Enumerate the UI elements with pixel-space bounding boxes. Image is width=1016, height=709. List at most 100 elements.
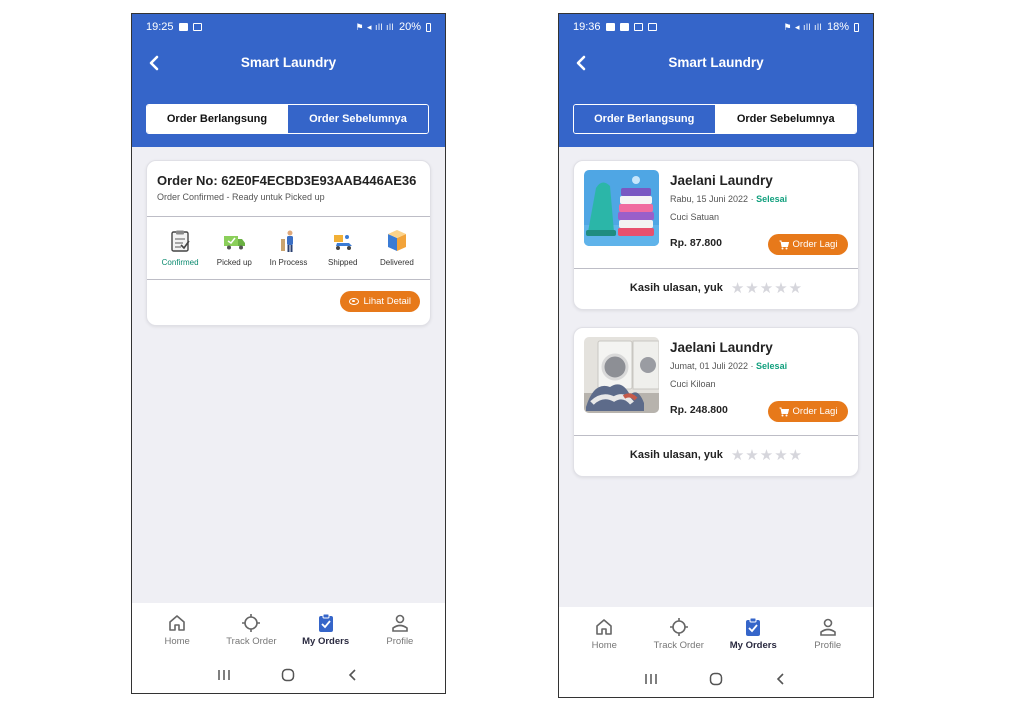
iron-and-clothes-image <box>584 170 659 246</box>
view-detail-button[interactable]: Lihat Detail <box>340 291 420 312</box>
nav-item-track-order[interactable]: Track Order <box>216 613 286 647</box>
nav-item-home[interactable]: Home <box>569 617 639 651</box>
star-icon[interactable]: ★ <box>789 281 802 296</box>
order-tabs: Order Berlangsung Order Sebelumnya <box>146 104 429 134</box>
step-label: Shipped <box>328 258 358 267</box>
star-rating[interactable]: ★ ★ ★ ★ ★ <box>731 448 802 463</box>
home-icon <box>169 615 185 631</box>
nav-label: My Orders <box>729 640 777 651</box>
nav-item-track-order[interactable]: Track Order <box>644 617 714 651</box>
star-rating[interactable]: ★ ★ ★ ★ ★ <box>731 281 802 296</box>
cart-icon <box>779 407 789 416</box>
star-icon[interactable]: ★ <box>760 281 773 296</box>
service-type: Cuci Satuan <box>670 212 720 222</box>
nav-item-profile[interactable]: Profile <box>793 617 863 651</box>
page-title: Smart Laundry <box>240 55 337 70</box>
person-icon <box>819 618 836 636</box>
order-date-line: Jumat, 01 Juli 2022 · Selesai <box>670 361 788 371</box>
video-icon <box>605 23 615 31</box>
star-icon[interactable]: ★ <box>789 448 802 463</box>
order-date: Jumat, 01 Juli 2022 <box>670 361 749 371</box>
signal-icon: ⚑ ◂ ıll ıll <box>355 21 394 32</box>
clipboard-check-icon <box>171 230 190 252</box>
notification-icon <box>619 23 629 31</box>
orders-clipboard-icon <box>318 613 333 632</box>
order-price: Rp. 248.800 <box>670 404 728 416</box>
status-time: 19:25 <box>146 21 174 33</box>
order-number: Order No: 62E0F4ECBD3E93AAB446AE36 <box>157 173 417 188</box>
star-icon[interactable]: ★ <box>760 448 773 463</box>
nav-item-my-orders[interactable]: My Orders <box>291 613 361 647</box>
status-bar: 19:36 ⚑ ◂ ıll ıll 18% <box>559 14 873 40</box>
order-date-line: Rabu, 15 Juni 2022 · Selesai <box>670 194 788 204</box>
nav-label: Track Order <box>226 636 277 647</box>
order-status: Selesai <box>756 361 788 371</box>
package-icon <box>387 230 406 251</box>
tab-order-berlangsung[interactable]: Order Berlangsung <box>147 105 287 133</box>
star-icon[interactable]: ★ <box>774 448 787 463</box>
current-order-card: Order No: 62E0F4ECBD3E93AAB446AE36 Order… <box>146 160 431 326</box>
system-navigation-bar <box>559 660 873 697</box>
system-back-icon[interactable] <box>773 672 789 686</box>
laundry-thumbnail <box>584 170 659 246</box>
review-prompt: Kasih ulasan, yuk ★ ★ ★ ★ ★ <box>574 269 858 307</box>
recent-apps-icon[interactable] <box>216 668 232 682</box>
view-detail-label: Lihat Detail <box>363 296 411 307</box>
app-header: 19:36 ⚑ ◂ ıll ıll 18% Smart Laundry Orde… <box>559 14 873 147</box>
order-price: Rp. 87.800 <box>670 237 722 249</box>
order-again-button[interactable]: Order Lagi <box>768 401 848 422</box>
order-progress-steps: Confirmed Picked up In Process Shipped D… <box>147 217 430 280</box>
step-in-process: In Process <box>261 229 315 279</box>
nav-label: Home <box>591 640 617 651</box>
system-back-icon[interactable] <box>345 668 361 682</box>
star-icon[interactable]: ★ <box>774 281 787 296</box>
message-icon <box>647 23 657 31</box>
page-title: Smart Laundry <box>668 55 764 70</box>
nav-label: Track Order <box>653 640 704 651</box>
step-label: In Process <box>269 258 308 267</box>
status-time: 19:36 <box>573 21 601 33</box>
order-history-card: Jaelani Laundry Rabu, 15 Juni 2022 · Sel… <box>573 160 859 310</box>
order-tabs: Order Berlangsung Order Sebelumnya <box>573 104 857 134</box>
crosshair-icon <box>242 614 261 632</box>
home-icon <box>596 619 613 635</box>
gallery-icon <box>633 23 643 31</box>
battery-percent: 20% <box>398 21 421 33</box>
battery-icon <box>854 22 859 32</box>
message-icon <box>192 23 202 31</box>
tab-order-sebelumnya[interactable]: Order Sebelumnya <box>287 105 428 133</box>
home-button-icon[interactable] <box>708 672 724 686</box>
nav-label: Home <box>164 636 190 647</box>
step-confirmed: Confirmed <box>153 229 207 279</box>
star-icon[interactable]: ★ <box>731 281 744 296</box>
delivery-truck-icon <box>224 236 246 250</box>
order-again-button[interactable]: Order Lagi <box>768 234 848 255</box>
nav-label: Profile <box>814 640 842 651</box>
nav-item-profile[interactable]: Profile <box>365 613 435 647</box>
home-button-icon[interactable] <box>280 668 296 682</box>
order-date: Rabu, 15 Juni 2022 <box>670 194 749 204</box>
orders-clipboard-icon <box>746 617 761 636</box>
step-picked-up: Picked up <box>207 229 261 279</box>
tab-order-berlangsung[interactable]: Order Berlangsung <box>574 105 715 133</box>
star-icon[interactable]: ★ <box>745 448 758 463</box>
laundry-thumbnail <box>584 337 659 413</box>
order-again-label: Order Lagi <box>792 406 838 417</box>
nav-item-my-orders[interactable]: My Orders <box>718 617 788 651</box>
cart-icon <box>779 240 789 249</box>
step-shipped: Shipped <box>316 229 370 279</box>
status-bar: 19:25 ⚑ ◂ ıll ıll 20% <box>132 14 445 40</box>
order-status: Selesai <box>756 194 788 204</box>
nav-label: Profile <box>386 636 414 647</box>
recent-apps-icon[interactable] <box>643 672 659 686</box>
crosshair-icon <box>669 618 688 636</box>
review-text: Kasih ulasan, yuk <box>629 449 723 461</box>
star-icon[interactable]: ★ <box>745 281 758 296</box>
order-history-card: Jaelani Laundry Jumat, 01 Juli 2022 · Se… <box>573 327 859 477</box>
tab-order-sebelumnya[interactable]: Order Sebelumnya <box>714 105 856 133</box>
nav-item-home[interactable]: Home <box>142 613 212 647</box>
shipping-scooter-icon <box>333 235 352 250</box>
star-icon[interactable]: ★ <box>731 448 744 463</box>
order-status-text: Order Confirmed - Ready untuk Picked up <box>157 192 325 202</box>
laundry-name: Jaelani Laundry <box>670 173 773 188</box>
